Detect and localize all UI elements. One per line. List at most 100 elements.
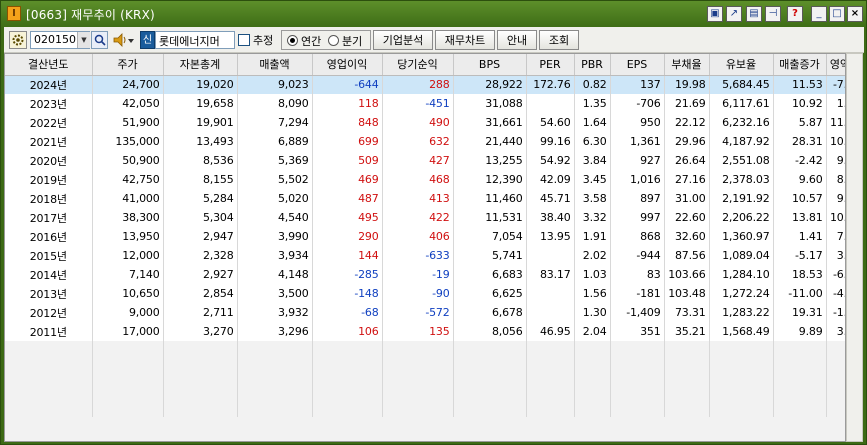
maximize-button[interactable]: □ [829,6,845,22]
table-cell: 5,304 [163,208,238,227]
table-cell: 7.27 [826,227,845,246]
table-cell: 2016년 [5,227,93,246]
table-cell: 22.60 [664,208,710,227]
table-cell: 11.62 [826,113,845,132]
quarter-radio[interactable] [328,35,339,46]
company-analysis-button[interactable]: 기업분석 [373,30,433,50]
column-header[interactable]: 당기순익 [382,54,454,76]
search-icon[interactable] [91,31,108,49]
empty-cell [312,341,383,360]
empty-row [5,398,845,417]
annual-radio[interactable] [287,35,298,46]
column-header[interactable]: 유보율 [709,54,774,76]
column-header[interactable]: BPS [453,54,527,76]
chevron-down-icon[interactable]: ▼ [77,32,90,48]
send-icon[interactable]: ↗ [726,6,742,22]
table-row[interactable]: 2011년 17,000 3,270 3,296 106 135 8,056 46.95 2.0… [5,322,845,341]
column-header[interactable]: 주가 [92,54,164,76]
table-row[interactable]: 2018년 41,000 5,284 5,020 487 413 11,460 45.71 3.… [5,189,845,208]
column-header[interactable]: EPS [610,54,665,76]
empty-cell [5,341,93,360]
column-header[interactable]: 자본총계 [163,54,238,76]
table-cell: -90 [382,284,454,303]
table-cell: 3,270 [163,322,238,341]
table-cell: 3.84 [574,151,611,170]
table-row[interactable]: 2015년 12,000 2,328 3,934 144 -633 5,741 2.02 -94… [5,246,845,265]
financial-chart-button[interactable]: 재무차트 [435,30,495,50]
table-cell: 868 [610,227,665,246]
table-cell: 12,390 [453,170,527,189]
stock-name-field[interactable]: 롯데에너지머 [155,31,235,49]
table-cell: 490 [382,113,454,132]
table-cell: 54.92 [526,151,575,170]
close-button[interactable]: × [847,6,863,22]
table-row[interactable]: 2024년 24,700 19,020 9,023 -644 288 28,922 172.7… [5,75,845,94]
table-cell: 3,932 [237,303,313,322]
table-row[interactable]: 2023년 42,050 19,658 8,090 118 -451 31,088 1.35-… [5,94,845,113]
table-cell: 17,000 [92,322,164,341]
column-header[interactable]: 매출증가 [773,54,827,76]
guide-button[interactable]: 안내 [497,30,537,50]
pin-icon[interactable]: ⊣ [765,6,781,22]
table-cell: 1,361 [610,132,665,151]
table-cell: 288 [382,75,454,94]
table-cell: 27.16 [664,170,710,189]
table-cell: 135 [382,322,454,341]
empty-cell [92,398,164,417]
table-cell: 26.64 [664,151,710,170]
table-cell: 495 [312,208,383,227]
vertical-scrollbar[interactable] [846,53,863,442]
table-cell: 51,900 [92,113,164,132]
table-cell: 2022년 [5,113,93,132]
table-cell: -5.17 [773,246,827,265]
column-header[interactable]: PBR [574,54,611,76]
empty-cell [526,360,575,379]
table-row[interactable]: 2019년 42,750 8,155 5,502 469 468 12,390 42.09 3.… [5,170,845,189]
settings-gear-icon[interactable] [9,31,27,49]
table-row[interactable]: 2017년 38,300 5,304 4,540 495 422 11,531 38.40 3.… [5,208,845,227]
table-row[interactable]: 2021년 135,000 13,493 6,889 699 632 21,440 99.16… [5,132,845,151]
query-button[interactable]: 조회 [539,30,579,50]
new-listing-badge: 신 [140,31,155,49]
table-row[interactable]: 2022년 51,900 19,901 7,294 848 490 31,661 54.60 1… [5,113,845,132]
table-cell: 19.31 [773,303,827,322]
print-icon[interactable]: ▤ [746,6,762,22]
table-row[interactable]: 2016년 13,950 2,947 3,990 290 406 7,054 13.95 1.9… [5,227,845,246]
column-header[interactable]: 부채율 [664,54,710,76]
empty-cell [453,398,527,417]
table-cell: -4.24 [826,284,845,303]
empty-cell [237,360,313,379]
estimate-checkbox[interactable] [238,34,250,46]
speaker-dropdown-icon[interactable] [112,31,136,49]
table-row[interactable]: 2020년 50,900 8,536 5,369 509 427 13,255 54.92 3.… [5,151,845,170]
table-row[interactable]: 2012년 9,000 2,711 3,932 -68 -572 6,678 1.30 -1,4… [5,303,845,322]
column-header[interactable]: PER [526,54,575,76]
table-cell: 7,294 [237,113,313,132]
table-cell: 38.40 [526,208,575,227]
empty-cell [163,379,238,398]
empty-cell [382,379,454,398]
table-row[interactable]: 2013년 10,650 2,854 3,500 -148 -90 6,625 1.56 -18… [5,284,845,303]
table-cell: 10.91 [826,208,845,227]
table-cell: 422 [382,208,454,227]
minimize-button[interactable]: _ [811,6,827,22]
column-header[interactable]: 영익률 [826,54,845,76]
empty-cell [574,341,611,360]
financial-grid[interactable]: 결산년도 주가 자본총계 매출액 영업이익 당기순익 BPS PER PBR EPS 부채율 유보율 매… [4,53,846,442]
table-cell: 406 [382,227,454,246]
window-title: [0663] 재무추이 (KRX) [26,8,155,22]
table-cell: 2017년 [5,208,93,227]
help-icon[interactable]: ? [787,6,803,22]
column-header[interactable]: 매출액 [237,54,313,76]
table-cell: -285 [312,265,383,284]
table-cell: 3.45 [574,170,611,189]
empty-cell [709,360,774,379]
table-cell: 2019년 [5,170,93,189]
empty-row [5,360,845,379]
empty-cell [574,379,611,398]
table-cell: -451 [382,94,454,113]
column-header[interactable]: 영업이익 [312,54,383,76]
column-header[interactable]: 결산년도 [5,54,93,76]
link-window-icon[interactable]: ▣ [707,6,723,22]
table-row[interactable]: 2014년 7,140 2,927 4,148 -285 -19 6,683 83.17 1.0… [5,265,845,284]
